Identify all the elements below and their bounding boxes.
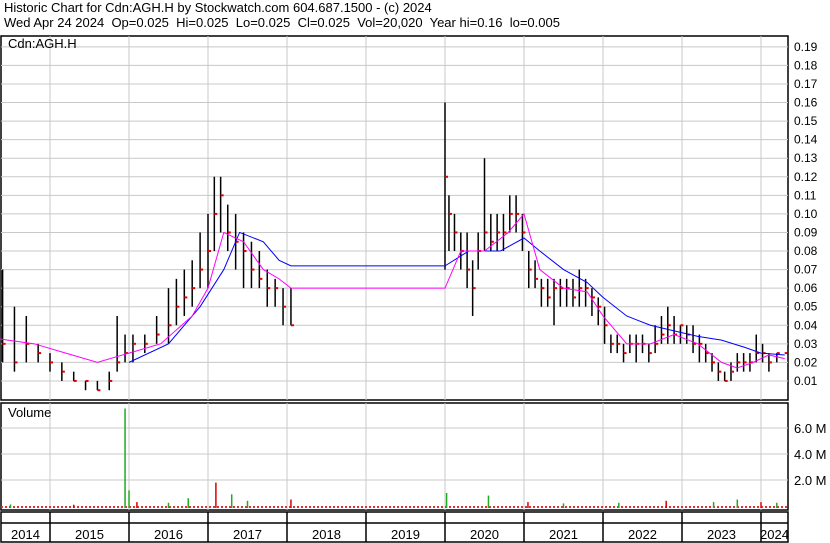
- year-label: 2018: [312, 527, 341, 542]
- price-tick-label: 0.17: [794, 77, 818, 91]
- price-tick-label: 0.11: [794, 188, 817, 202]
- price-tick-label: 0.08: [794, 244, 818, 258]
- volume-tick-label: 4.0 M: [794, 447, 827, 462]
- price-tick-label: 0.03: [794, 337, 818, 351]
- price-tick-label: 0.16: [794, 96, 818, 110]
- price-tick-label: 0.12: [794, 170, 818, 184]
- price-tick-label: 0.01: [794, 374, 818, 388]
- volume-label: Volume: [8, 405, 51, 420]
- price-tick-label: 0.02: [794, 355, 818, 369]
- price-tick-label: 0.10: [794, 207, 818, 221]
- year-label: 2016: [154, 527, 183, 542]
- price-tick-label: 0.05: [794, 300, 818, 314]
- price-tick-label: 0.15: [794, 114, 818, 128]
- price-tick-label: 0.13: [794, 151, 818, 165]
- year-label: 2015: [75, 527, 104, 542]
- year-label: 2014: [11, 527, 40, 542]
- year-label: 2021: [549, 527, 578, 542]
- year-label: 2017: [233, 527, 262, 542]
- volume-tick-label: 2.0 M: [794, 473, 827, 488]
- price-tick-label: 0.07: [794, 263, 818, 277]
- price-tick-label: 0.19: [794, 40, 818, 54]
- price-tick-label: 0.06: [794, 281, 818, 295]
- volume-tick-label: 6.0 M: [794, 421, 827, 436]
- year-label: 2022: [628, 527, 657, 542]
- year-label: 2019: [391, 527, 420, 542]
- year-label: 2024: [760, 527, 789, 542]
- price-tick-label: 0.18: [794, 58, 818, 72]
- price-panel: [0, 35, 789, 401]
- year-label: 2023: [707, 527, 736, 542]
- price-tick-label: 0.04: [794, 318, 818, 332]
- volume-panel: [0, 402, 789, 511]
- symbol-label: Cdn:AGH.H: [8, 36, 77, 51]
- price-tick-label: 0.14: [794, 133, 818, 147]
- price-tick-label: 0.09: [794, 225, 818, 239]
- price-volume-chart: 0.01 0.02 0.03 0.04 0.05 0.06 0.07 0.08 0.09 0.10…: [0, 35, 827, 543]
- year-label: 2020: [470, 527, 499, 542]
